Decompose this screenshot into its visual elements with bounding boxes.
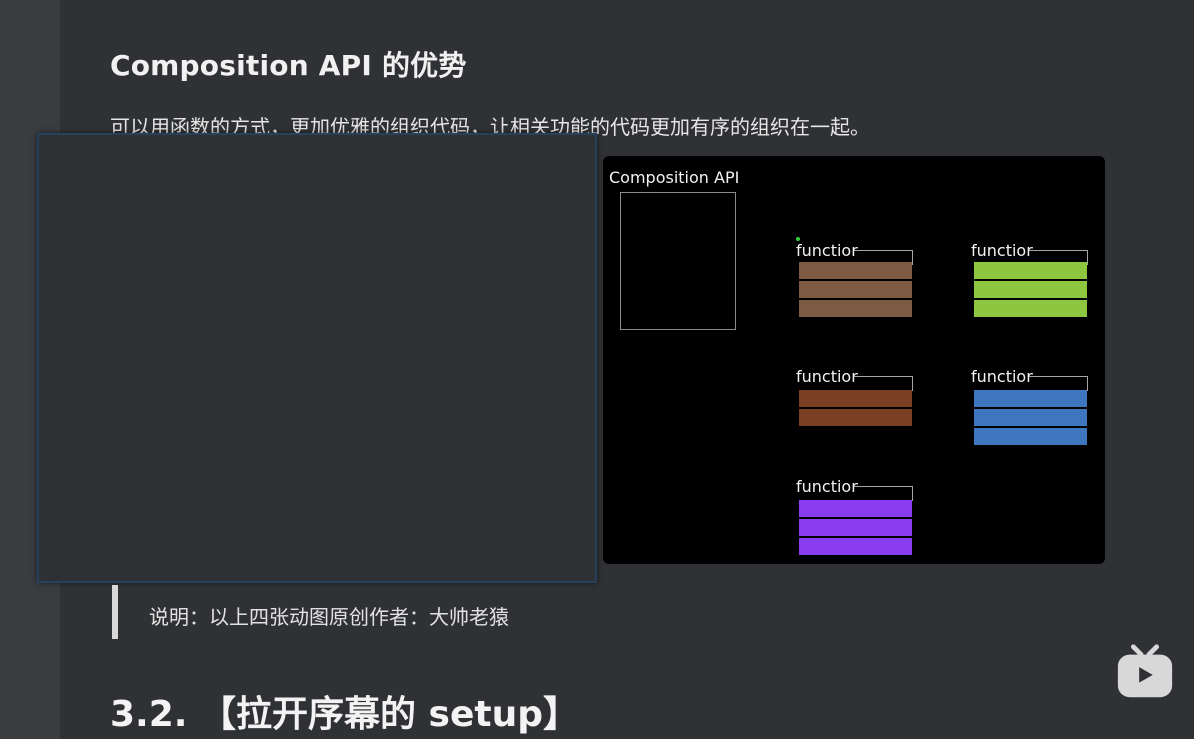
function-bar	[799, 519, 912, 536]
setup-section-heading: 3.2. 【拉开序幕的 setup】	[110, 694, 579, 735]
function-label: functior	[796, 367, 858, 386]
function-bar	[974, 281, 1087, 298]
diagram-title: Composition API	[609, 168, 740, 187]
function-label: functior	[971, 241, 1033, 260]
function-label: functior	[971, 367, 1033, 386]
function-bracket	[854, 376, 913, 391]
composition-api-diagram: Composition API functior functior functi…	[603, 156, 1105, 564]
function-bar	[799, 300, 912, 317]
blockquote-text: 说明：以上四张动图原创作者：大帅老猿	[149, 605, 509, 629]
function-bar	[974, 390, 1087, 407]
function-label: functior	[796, 241, 858, 260]
video-overlay-panel[interactable]	[37, 133, 597, 583]
function-bar	[799, 262, 912, 279]
function-bar	[799, 538, 912, 555]
function-bracket	[854, 486, 913, 501]
function-bar	[799, 500, 912, 517]
function-label: functior	[796, 477, 858, 496]
function-bar	[799, 390, 912, 407]
composition-box	[620, 192, 736, 330]
function-bar	[974, 428, 1087, 445]
section-heading: Composition API 的优势	[110, 49, 467, 82]
function-bar	[799, 281, 912, 298]
function-bracket	[1029, 376, 1088, 391]
bilibili-tv-icon[interactable]	[1114, 641, 1176, 703]
function-bar	[974, 262, 1087, 279]
function-bar	[974, 300, 1087, 317]
function-bar	[799, 409, 912, 426]
function-bar	[974, 409, 1087, 426]
blockquote-bar	[112, 585, 118, 639]
